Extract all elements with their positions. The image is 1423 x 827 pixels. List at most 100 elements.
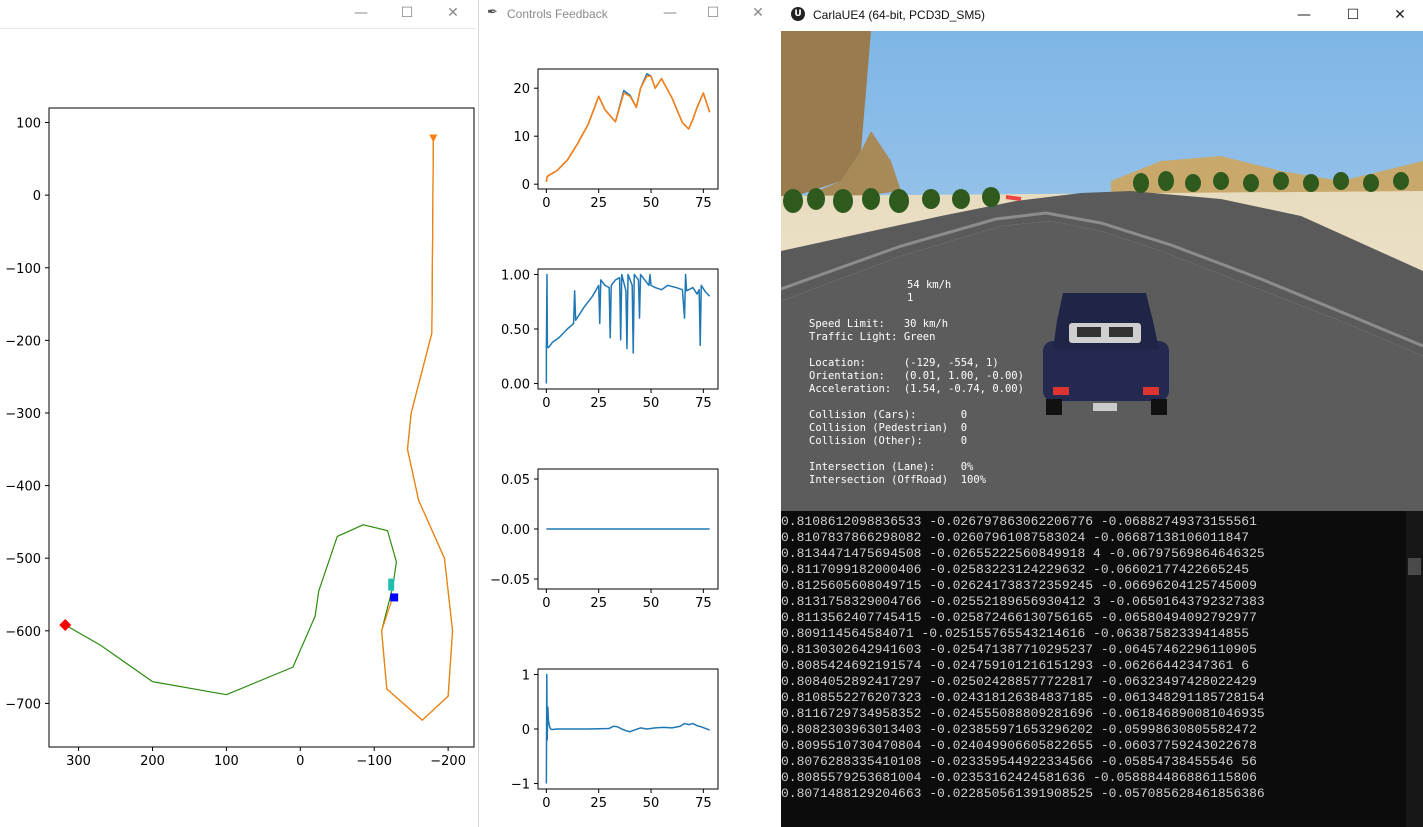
y-tick-label: −400	[5, 480, 41, 495]
x-tick-label: 0	[542, 196, 550, 211]
simulation-viewport[interactable]: 54 km/h 1 Speed Limit: 30 km/h Traffic Ligh…	[781, 31, 1423, 511]
console-line: 0.8116729734958352 -0.024555088809281696…	[781, 706, 1265, 721]
chart-trajectory: 300 200 100 0 −100 −200 100 0 −100 −200 −300 −400 −5…	[5, 107, 475, 769]
trajectory-window-titlebar: — ☐ ✕	[0, 0, 476, 28]
console-line: 0.8113562407745415 -0.025872466130756165…	[781, 610, 1257, 625]
x-tick-label: 0	[296, 754, 304, 769]
x-tick-label: 50	[643, 396, 660, 411]
plot-frame	[537, 68, 719, 190]
console-line: 0.8108552276207323 -0.024318126384837185…	[781, 690, 1265, 705]
console-line: 0.8085424692191574 -0.024759101216151293…	[781, 658, 1250, 673]
x-tick-label: 25	[590, 796, 607, 811]
curb	[1005, 195, 1022, 201]
y-tick-label: −600	[5, 625, 41, 640]
trajectory-window: — ☐ ✕ 300 200 100 0 −100 −200 100 0 −100 −200 −300…	[0, 0, 476, 827]
hud-location: Location: (-129, -554, 1)	[809, 357, 999, 369]
y-tick-label: −700	[5, 697, 41, 712]
console-line: 0.8117099182000406 -0.02583223124229632 …	[781, 562, 1250, 577]
x-tick-label: 0	[542, 396, 550, 411]
console-output[interactable]: 0.8108612098836533 -0.026797863062206776…	[781, 511, 1423, 827]
console-line: 0.8134471475694508 -0.02655222560849918 …	[781, 546, 1265, 561]
maximize-button[interactable]: ☐	[392, 3, 422, 23]
x-tick-label: 75	[695, 396, 712, 411]
x-tick-label: 25	[590, 196, 607, 211]
series-line-0	[545, 673, 710, 784]
unreal-logo-icon: U	[791, 7, 805, 21]
close-button[interactable]: ✕	[438, 3, 468, 23]
hud-collision-other: Collision (Other): 0	[809, 435, 968, 447]
console-line: 0.8076288335410108 -0.023359544922334566…	[781, 754, 1257, 769]
x-tick-label: 200	[140, 754, 165, 769]
hud-collision-cars: Collision (Cars): 0	[809, 409, 968, 421]
y-tick-label: 0.00	[501, 378, 530, 393]
console-line: 0.8125605608049715 -0.026241738372359245…	[781, 578, 1257, 593]
y-tick-label: 1.00	[501, 268, 530, 283]
minimize-button[interactable]: —	[1289, 5, 1319, 25]
x-tick-label: 0	[542, 596, 550, 611]
controls-plots: 0 25 50 75010200 25 50 750.000.501.000 25 50 750.…	[490, 68, 719, 811]
x-tick-label: 75	[695, 196, 712, 211]
chart-forward_speed: 0 25 50 75 0 10 20	[513, 68, 719, 211]
close-button[interactable]: ✕	[743, 3, 773, 23]
console-line: 0.8107837866298082 -0.02607961087583024 …	[781, 530, 1250, 545]
series-line-1	[381, 137, 454, 721]
hud-intersection-lane: Intersection (Lane): 0%	[809, 461, 974, 473]
series-line-0	[64, 137, 454, 721]
x-tick-label: 50	[643, 596, 660, 611]
y-tick-label: 1	[522, 668, 530, 683]
console-line: 0.8071488129204663 -0.022850561391908525…	[781, 786, 1265, 801]
console-scrollbar[interactable]	[1406, 511, 1423, 827]
carla-window: U CarlaUE4 (64-bit, PCD3D_SM5) — ☐ ✕ 54 …	[781, 0, 1423, 827]
y-tick-label: −0.05	[490, 573, 530, 588]
maximize-button[interactable]: ☐	[698, 3, 728, 23]
y-tick-label: −100	[5, 262, 41, 277]
y-tick-label: −300	[5, 407, 41, 422]
x-tick-label: 100	[214, 754, 239, 769]
x-tick-label: 25	[590, 396, 607, 411]
chart-steer: 0 25 50 75 1 0 −1	[511, 668, 719, 811]
y-tick-label: 0.05	[501, 473, 530, 488]
hud-intersection-offroad: Intersection (OffRoad) 100%	[809, 474, 987, 486]
series-line-0	[545, 73, 711, 182]
hud-collision-pedestrian: Collision (Pedestrian) 0	[809, 422, 968, 434]
console-line: 0.8084052892417297 -0.025024288577722817…	[781, 674, 1257, 689]
console-line: 0.8085579253681004 -0.02353162424581636 …	[781, 770, 1257, 785]
x-tick-label: 25	[590, 596, 607, 611]
console-line: 0.8082303963013403 -0.023855971653296202…	[781, 722, 1257, 737]
hud-orientation: Orientation: (0.01, 1.00, -0.00)	[809, 370, 1024, 382]
minimize-button[interactable]: —	[346, 3, 376, 23]
y-tick-label: 0.00	[501, 523, 530, 538]
maximize-button[interactable]: ☐	[1338, 5, 1368, 25]
window-title: Controls Feedback	[507, 7, 608, 21]
window-title: CarlaUE4 (64-bit, PCD3D_SM5)	[813, 8, 986, 22]
close-button[interactable]: ✕	[1385, 5, 1415, 25]
y-tick-label: 0	[522, 723, 530, 738]
controls-feedback-window: ✒ Controls Feedback — ☐ ✕ 0 25 50 75 0 10 20 0 2…	[478, 0, 779, 827]
hud-speed: 54 km/h	[907, 279, 952, 291]
hud-traffic-light: Traffic Light: Green	[809, 331, 936, 343]
car-heading-marker	[388, 578, 395, 591]
scrollbar-thumb[interactable]	[1408, 558, 1421, 575]
hud-overlay: 54 km/h 1 Speed Limit: 30 km/h Traffic Ligh…	[809, 279, 1024, 487]
y-tick-label: 10	[513, 130, 530, 145]
x-tick-label: 0	[542, 796, 550, 811]
minimize-button[interactable]: —	[655, 3, 685, 23]
y-tick-label: 20	[513, 82, 530, 97]
series-line-1	[545, 75, 711, 182]
feather-icon: ✒	[487, 5, 498, 20]
console-line: 0.809114564584071 -0.025155765543214616 …	[781, 626, 1250, 641]
controls-window-titlebar: ✒ Controls Feedback — ☐ ✕	[479, 0, 779, 28]
x-tick-label: 300	[66, 754, 91, 769]
chart-brake: 0 25 50 75 0.05 0.00 −0.05	[490, 468, 719, 611]
console-line: 0.8108612098836533 -0.026797863062206776…	[781, 514, 1257, 529]
console-line: 0.8095510730470804 -0.024049906605822655…	[781, 738, 1257, 753]
y-tick-label: 100	[16, 117, 41, 132]
x-tick-label: 50	[643, 796, 660, 811]
series-line-0	[545, 273, 711, 384]
car-marker	[390, 593, 399, 602]
x-tick-label: −200	[430, 754, 466, 769]
end-marker	[59, 619, 72, 632]
x-tick-label: −100	[356, 754, 392, 769]
trajectory-plot: 300 200 100 0 −100 −200 100 0 −100 −200 −300 −400 −5…	[5, 107, 475, 769]
x-tick-label: 75	[695, 596, 712, 611]
